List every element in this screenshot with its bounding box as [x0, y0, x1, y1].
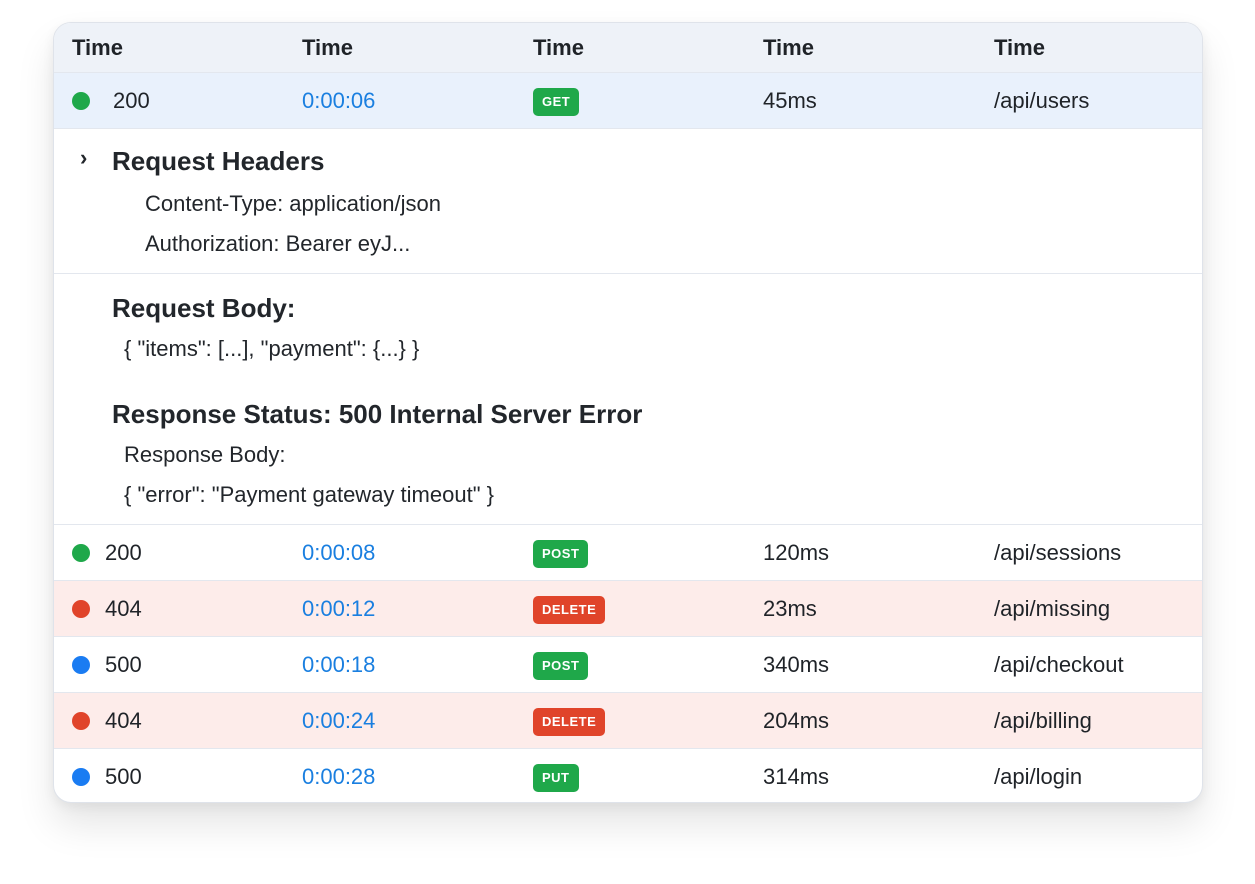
- status-code: 500: [105, 651, 142, 677]
- header-line: Content-Type: application/json: [145, 191, 441, 216]
- request-time[interactable]: 0:00:18: [284, 652, 515, 678]
- status-code: 404: [105, 595, 142, 621]
- request-path: /api/users: [994, 87, 1090, 113]
- request-duration: 204ms: [763, 707, 830, 733]
- request-duration: 45ms: [763, 87, 817, 113]
- method-badge: DELETE: [533, 707, 606, 736]
- status-dot-icon: [72, 767, 90, 786]
- method-badge: POST: [533, 651, 589, 680]
- column-header[interactable]: Time: [54, 35, 284, 61]
- status-code: 200: [105, 539, 142, 565]
- status-code: 200: [113, 87, 150, 113]
- status-dot-icon: [72, 91, 90, 110]
- chevron-right-icon[interactable]: ›: [80, 145, 87, 171]
- table-row[interactable]: 500 0:00:28 PUT 314ms/api/login: [54, 749, 1202, 802]
- response-body-label: Response Body:: [124, 442, 286, 467]
- request-path: /api/checkout: [994, 651, 1124, 677]
- request-time[interactable]: 0:00:28: [284, 764, 515, 790]
- request-details-section: Request Body: { "items": [...], "payment…: [54, 274, 1202, 525]
- request-body-title: Request Body:: [112, 293, 296, 323]
- request-headers-section: › Request Headers Content-Type: applicat…: [54, 129, 1202, 274]
- table-row[interactable]: 500 0:00:18 POST 340ms/api/checkout: [54, 637, 1202, 693]
- request-time[interactable]: 0:00:24: [284, 708, 515, 734]
- header-line: Authorization: Bearer eyJ...: [145, 231, 411, 256]
- request-duration: 340ms: [763, 651, 830, 677]
- request-duration: 314ms: [763, 763, 830, 789]
- column-header[interactable]: Time: [284, 35, 515, 61]
- status-code: 500: [105, 763, 142, 789]
- request-time[interactable]: 0:00:08: [284, 540, 515, 566]
- status-dot-icon: [72, 711, 90, 730]
- method-badge: DELETE: [533, 595, 606, 624]
- request-headers-title[interactable]: Request Headers: [112, 146, 324, 177]
- request-time[interactable]: 0:00:06: [284, 88, 515, 114]
- method-badge: POST: [533, 539, 589, 568]
- request-path: /api/missing: [994, 595, 1111, 621]
- request-log-panel: Time Time Time Time Time 200 0:00:06 GET…: [53, 22, 1203, 803]
- request-duration: 120ms: [763, 539, 830, 565]
- request-path: /api/login: [994, 763, 1083, 789]
- request-duration: 23ms: [763, 595, 817, 621]
- request-path: /api/sessions: [994, 539, 1122, 565]
- request-rows: 200 0:00:08 POST 120ms/api/sessions 404 0:00:…: [54, 525, 1202, 802]
- status-dot-icon: [72, 599, 90, 618]
- column-header[interactable]: Time: [515, 35, 745, 61]
- table-row-selected[interactable]: 200 0:00:06 GET 45ms /api/users: [54, 73, 1202, 129]
- status-dot-icon: [72, 655, 90, 674]
- table-row[interactable]: 404 0:00:12 DELETE 23ms/api/missing: [54, 581, 1202, 637]
- table-header: Time Time Time Time Time: [54, 23, 1202, 73]
- method-badge: GET: [533, 87, 580, 116]
- response-body: { "error": "Payment gateway timeout" }: [124, 482, 494, 507]
- status-dot-icon: [72, 543, 90, 562]
- request-time[interactable]: 0:00:12: [284, 596, 515, 622]
- table-row[interactable]: 200 0:00:08 POST 120ms/api/sessions: [54, 525, 1202, 581]
- column-header[interactable]: Time: [976, 35, 1202, 61]
- request-body: { "items": [...], "payment": {...} }: [124, 336, 420, 361]
- table-row[interactable]: 404 0:00:24 DELETE 204ms/api/billing: [54, 693, 1202, 749]
- method-badge: PUT: [533, 763, 579, 792]
- response-status-title: Response Status: 500 Internal Server Err…: [112, 399, 643, 429]
- column-header[interactable]: Time: [745, 35, 976, 61]
- request-path: /api/billing: [994, 707, 1092, 733]
- status-code: 404: [105, 707, 142, 733]
